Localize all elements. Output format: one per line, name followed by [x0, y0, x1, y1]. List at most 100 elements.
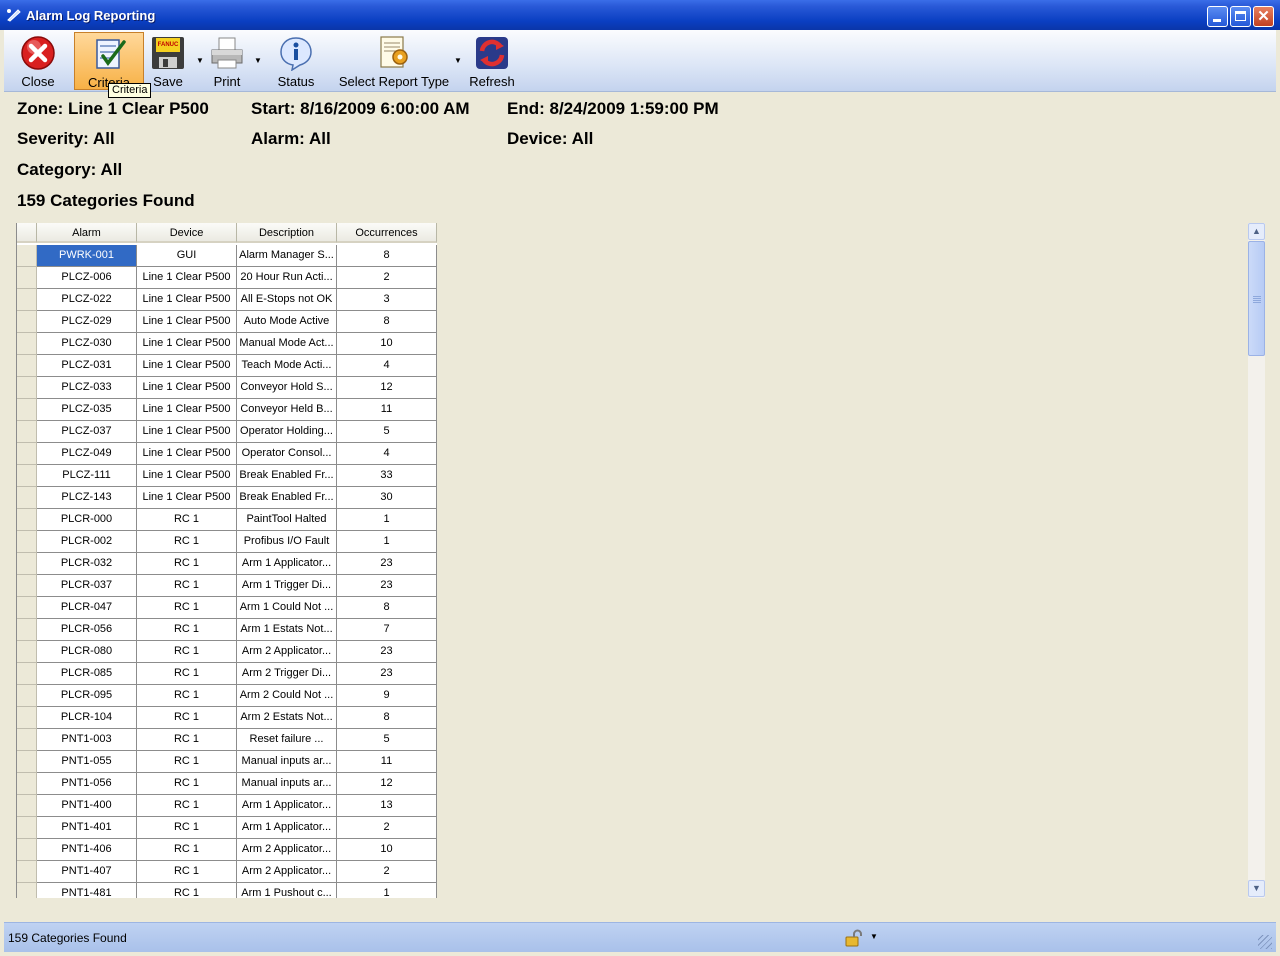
scroll-up-arrow[interactable]: ▲: [1248, 223, 1265, 240]
device-cell[interactable]: RC 1: [137, 883, 237, 898]
device-cell[interactable]: Line 1 Clear P500: [137, 355, 237, 377]
window-close-button[interactable]: ✕: [1253, 6, 1274, 27]
scroll-thumb[interactable]: [1248, 241, 1265, 356]
row-header[interactable]: [17, 685, 37, 707]
device-cell[interactable]: RC 1: [137, 553, 237, 575]
table-row[interactable]: PLCZ-030 Line 1 Clear P500 Manual Mode Act…: [37, 333, 437, 355]
alarm-cell[interactable]: PNT1-003: [37, 729, 137, 751]
description-cell[interactable]: Operator Consol...: [237, 443, 337, 465]
table-row[interactable]: PLCR-037 RC 1 Arm 1 Trigger Di... 23: [37, 575, 437, 597]
table-row[interactable]: PLCZ-049 Line 1 Clear P500 Operator Consol…: [37, 443, 437, 465]
occurrences-cell[interactable]: 4: [337, 443, 437, 465]
description-cell[interactable]: Arm 1 Applicator...: [237, 817, 337, 839]
device-cell[interactable]: Line 1 Clear P500: [137, 377, 237, 399]
description-cell[interactable]: Arm 1 Pushout c...: [237, 883, 337, 898]
row-header[interactable]: [17, 531, 37, 553]
table-row[interactable]: PLCR-056 RC 1 Arm 1 Estats Not... 7: [37, 619, 437, 641]
description-cell[interactable]: Operator Holding...: [237, 421, 337, 443]
occurrences-cell[interactable]: 7: [337, 619, 437, 641]
description-cell[interactable]: Arm 2 Applicator...: [237, 641, 337, 663]
device-cell[interactable]: RC 1: [137, 839, 237, 861]
row-header[interactable]: [17, 311, 37, 333]
alarm-cell[interactable]: PLCR-037: [37, 575, 137, 597]
row-header[interactable]: [17, 707, 37, 729]
device-cell[interactable]: Line 1 Clear P500: [137, 443, 237, 465]
occurrences-cell[interactable]: 23: [337, 575, 437, 597]
occurrences-cell[interactable]: 1: [337, 509, 437, 531]
device-cell[interactable]: Line 1 Clear P500: [137, 487, 237, 509]
alarm-cell[interactable]: PNT1-400: [37, 795, 137, 817]
description-cell[interactable]: Break Enabled Fr...: [237, 487, 337, 509]
row-header[interactable]: [17, 289, 37, 311]
row-header[interactable]: [17, 729, 37, 751]
print-dropdown-arrow[interactable]: ▼: [254, 56, 262, 65]
row-header[interactable]: [17, 861, 37, 883]
row-header[interactable]: [17, 883, 37, 898]
device-cell[interactable]: RC 1: [137, 597, 237, 619]
occurrences-cell[interactable]: 33: [337, 465, 437, 487]
occurrences-cell[interactable]: 1: [337, 883, 437, 898]
description-cell[interactable]: Auto Mode Active: [237, 311, 337, 333]
device-cell[interactable]: RC 1: [137, 575, 237, 597]
occurrences-cell[interactable]: 11: [337, 751, 437, 773]
alarm-cell[interactable]: PLCR-047: [37, 597, 137, 619]
row-header[interactable]: [17, 267, 37, 289]
table-row[interactable]: PLCZ-006 Line 1 Clear P500 20 Hour Run Act…: [37, 267, 437, 289]
occurrences-cell[interactable]: 8: [337, 597, 437, 619]
occurrences-cell[interactable]: 2: [337, 267, 437, 289]
device-cell[interactable]: RC 1: [137, 619, 237, 641]
alarm-cell[interactable]: PLCR-000: [37, 509, 137, 531]
alarm-cell[interactable]: PLCZ-033: [37, 377, 137, 399]
table-row[interactable]: PLCZ-111 Line 1 Clear P500 Break Enabled F…: [37, 465, 437, 487]
row-header[interactable]: [17, 377, 37, 399]
description-cell[interactable]: Arm 2 Could Not ...: [237, 685, 337, 707]
alarm-cell[interactable]: PLCZ-037: [37, 421, 137, 443]
row-header[interactable]: [17, 509, 37, 531]
device-cell[interactable]: RC 1: [137, 663, 237, 685]
criteria-button[interactable]: Criteria: [74, 32, 144, 90]
table-row[interactable]: PNT1-406 RC 1 Arm 2 Applicator... 10: [37, 839, 437, 861]
report-type-dropdown-arrow[interactable]: ▼: [454, 56, 462, 65]
description-cell[interactable]: Alarm Manager S...: [237, 245, 337, 267]
row-header[interactable]: [17, 663, 37, 685]
table-row[interactable]: PLCZ-029 Line 1 Clear P500 Auto Mode Activ…: [37, 311, 437, 333]
table-row[interactable]: PNT1-401 RC 1 Arm 1 Applicator... 2: [37, 817, 437, 839]
table-row[interactable]: PLCR-002 RC 1 Profibus I/O Fault 1: [37, 531, 437, 553]
description-cell[interactable]: Conveyor Held B...: [237, 399, 337, 421]
row-header[interactable]: [17, 355, 37, 377]
alarm-cell[interactable]: PLCZ-049: [37, 443, 137, 465]
description-cell[interactable]: Manual inputs ar...: [237, 751, 337, 773]
alarm-cell[interactable]: PLCR-095: [37, 685, 137, 707]
occurrences-cell[interactable]: 5: [337, 421, 437, 443]
table-row[interactable]: PWRK-001 GUI Alarm Manager S... 8: [37, 245, 437, 267]
table-row[interactable]: PLCZ-143 Line 1 Clear P500 Break Enabled F…: [37, 487, 437, 509]
occurrences-cell[interactable]: 30: [337, 487, 437, 509]
table-row[interactable]: PNT1-400 RC 1 Arm 1 Applicator... 13: [37, 795, 437, 817]
description-cell[interactable]: Arm 1 Trigger Di...: [237, 575, 337, 597]
row-header[interactable]: [17, 839, 37, 861]
row-header[interactable]: [17, 553, 37, 575]
description-cell[interactable]: PaintTool Halted: [237, 509, 337, 531]
save-dropdown-arrow[interactable]: ▼: [196, 56, 204, 65]
security-dropdown-arrow[interactable]: ▼: [870, 932, 878, 941]
occurrences-cell[interactable]: 8: [337, 707, 437, 729]
grid-corner-cell[interactable]: [17, 223, 37, 243]
description-cell[interactable]: Arm 1 Applicator...: [237, 795, 337, 817]
print-button[interactable]: Print: [204, 32, 250, 90]
description-cell[interactable]: Profibus I/O Fault: [237, 531, 337, 553]
table-row[interactable]: PLCZ-022 Line 1 Clear P500 All E-Stops not…: [37, 289, 437, 311]
description-cell[interactable]: Arm 2 Trigger Di...: [237, 663, 337, 685]
row-header[interactable]: [17, 421, 37, 443]
alarm-cell[interactable]: PLCZ-143: [37, 487, 137, 509]
table-row[interactable]: PLCR-104 RC 1 Arm 2 Estats Not... 8: [37, 707, 437, 729]
occurrences-cell[interactable]: 23: [337, 553, 437, 575]
refresh-button[interactable]: Refresh: [466, 32, 518, 90]
maximize-button[interactable]: [1230, 6, 1251, 27]
table-row[interactable]: PLCZ-037 Line 1 Clear P500 Operator Holdin…: [37, 421, 437, 443]
alarm-cell[interactable]: PLCZ-029: [37, 311, 137, 333]
alarm-cell[interactable]: PLCZ-022: [37, 289, 137, 311]
alarm-cell[interactable]: PLCR-032: [37, 553, 137, 575]
row-header[interactable]: [17, 245, 37, 267]
scroll-down-arrow[interactable]: ▼: [1248, 880, 1265, 897]
occurrences-cell[interactable]: 3: [337, 289, 437, 311]
